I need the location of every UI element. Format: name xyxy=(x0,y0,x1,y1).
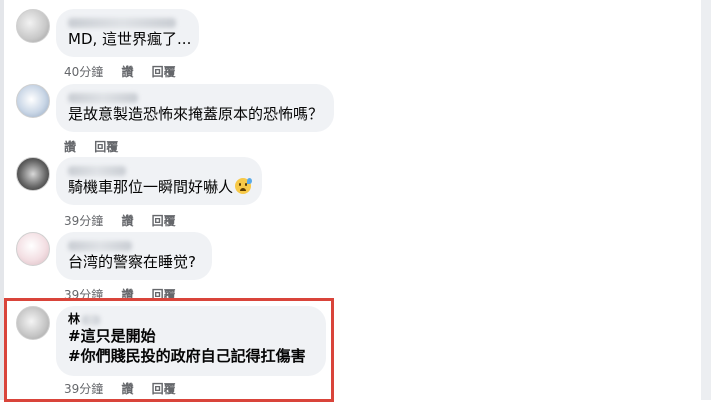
comment-text: 是故意製造恐怖來掩蓋原本的恐怖嗎？ xyxy=(68,105,324,123)
like-button[interactable]: 讚 xyxy=(121,214,133,228)
redacted-name xyxy=(68,17,176,28)
comment-bubble: 台湾的警察在睡觉? xyxy=(56,232,212,280)
comment-author[interactable] xyxy=(68,238,200,252)
anxious-face-with-sweat-icon xyxy=(235,178,253,194)
reply-button[interactable]: 回覆 xyxy=(94,140,118,154)
comment-author[interactable] xyxy=(68,90,322,104)
comment-actions: 39分鐘 讚 回覆 xyxy=(64,212,190,229)
comment-text: 騎機車那位一瞬間好嚇人 xyxy=(68,178,234,196)
avatar[interactable] xyxy=(16,232,50,266)
reply-button[interactable]: 回覆 xyxy=(152,65,176,79)
reply-button[interactable]: 回覆 xyxy=(152,214,176,228)
avatar[interactable] xyxy=(16,157,50,191)
avatar[interactable] xyxy=(16,84,50,118)
comment-author[interactable] xyxy=(68,163,250,177)
highlight-box xyxy=(4,298,334,402)
comment-actions: 讚 回覆 xyxy=(64,138,132,155)
comment-text: 台湾的警察在睡觉? xyxy=(68,253,196,271)
comment-text-row: 騎機車那位一瞬間好嚇人 xyxy=(68,177,253,197)
comment-text: MD, 這世界瘋了... xyxy=(68,30,192,48)
redacted-name xyxy=(68,92,138,103)
comment-bubble: MD, 這世界瘋了... xyxy=(56,9,199,57)
comment-time[interactable]: 40分鐘 xyxy=(64,65,103,79)
comment-bubble: 騎機車那位一瞬間好嚇人 xyxy=(56,157,262,205)
avatar[interactable] xyxy=(16,9,50,43)
comment-author[interactable] xyxy=(68,15,187,29)
redacted-name xyxy=(68,240,132,251)
like-button[interactable]: 讚 xyxy=(64,140,76,154)
comment-time[interactable]: 39分鐘 xyxy=(64,214,103,228)
like-button[interactable]: 讚 xyxy=(121,65,133,79)
redacted-name xyxy=(68,165,126,176)
comment-bubble: 是故意製造恐怖來掩蓋原本的恐怖嗎？ xyxy=(56,84,334,132)
comment-actions: 40分鐘 讚 回覆 xyxy=(64,63,190,80)
